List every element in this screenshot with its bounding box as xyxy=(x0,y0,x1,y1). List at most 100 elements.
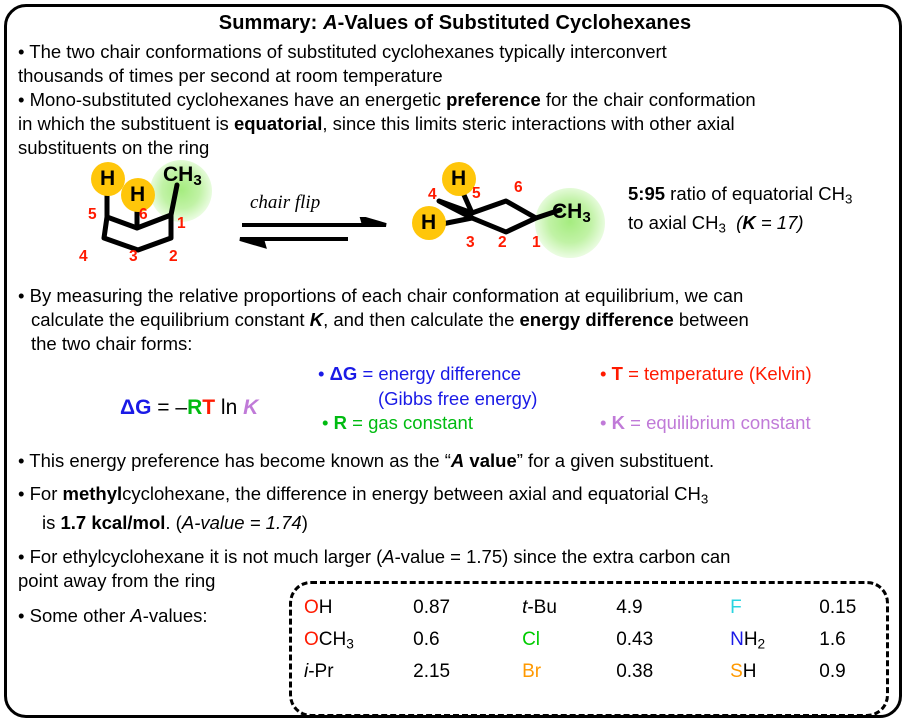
avn-seg1: • This energy preference has become know… xyxy=(18,450,451,471)
bullet-interconvert-line1: • The two chair conformations of substit… xyxy=(18,41,667,62)
ratio-k-rest: = 17) xyxy=(755,212,804,234)
ring-number-6-right: 6 xyxy=(514,179,523,196)
substituent-rest: H xyxy=(743,629,758,650)
a-value-cell: 0.9 xyxy=(819,661,846,683)
measuring-seg-b: , and then calculate the xyxy=(323,309,520,330)
measuring-line1: • By measuring the relative proportions … xyxy=(18,285,744,306)
axial-h-label-1: H xyxy=(100,167,116,190)
substituent-cell: Br xyxy=(522,656,616,688)
table-row: OCH3 0.6 Cl 0.43 NH2 1.6 xyxy=(304,624,879,656)
measuring-line2: calculate the equilibrium constant K, an… xyxy=(18,308,896,331)
substituent-cell: SH xyxy=(730,656,819,688)
title-prefix: Summary: xyxy=(218,12,324,34)
gibbs-equation: ΔG = –RT ln K xyxy=(120,396,258,420)
ring-number-2-right: 2 xyxy=(498,234,507,251)
chair-flip-label: chair flip xyxy=(250,192,321,213)
chair-structure-axial: H H CH3 5 6 1 4 3 2 xyxy=(55,160,240,280)
legend-delta-g: • ΔG = energy difference (Gibbs free ene… xyxy=(318,361,537,411)
pref-seg4: , since this limits steric interactions … xyxy=(322,113,735,134)
substituent-element: Cl xyxy=(522,629,541,651)
legend-t: • T = temperature (Kelvin) xyxy=(600,361,812,386)
bullet-preference-line1: • Mono-substituted cyclohexanes have an … xyxy=(18,88,896,111)
legend-r-symbol: R xyxy=(333,412,347,433)
title-rest: -Values of Substituted Cyclohexanes xyxy=(337,12,692,34)
bullet-ethyl-line1: • For ethylcyclohexane it is not much la… xyxy=(18,545,896,568)
measuring-k: K xyxy=(309,309,324,330)
substituent-cell: F xyxy=(730,592,819,624)
ring-number-5-right: 5 xyxy=(472,185,481,202)
methyl-sub: 3 xyxy=(700,491,709,507)
pref-seg3: in which the substituent is xyxy=(18,113,234,134)
eqn-r: R xyxy=(187,396,203,419)
legend-k: • K = equilibrium constant xyxy=(600,410,811,435)
substituent-cell: NH2 xyxy=(730,624,819,656)
ring-number-4-right: 4 xyxy=(428,186,437,203)
methyl-label-right: CH3 xyxy=(552,200,591,226)
title-italic-a: A xyxy=(323,12,338,34)
other-italic-a: A xyxy=(130,605,143,627)
ratio-sub1: 3 xyxy=(844,191,853,207)
structures-row: H H CH3 5 6 1 4 3 2 chair flip H H CH3 4… xyxy=(0,160,910,285)
ring-number-5-left: 5 xyxy=(88,206,97,223)
legend-t-bullet: • xyxy=(600,363,612,384)
eqn-ln: ln xyxy=(215,396,244,419)
a-value-cell: 1.6 xyxy=(819,629,846,651)
ratio-line1: 5:95 ratio of equatorial CH3 xyxy=(628,182,852,211)
methyl-l2a: is xyxy=(42,512,61,534)
ratio-k-symbol: K xyxy=(742,212,756,234)
methyl-text-left: CH xyxy=(163,163,194,186)
ethyl-seg2: -value = 1.75) since the extra carbon ca… xyxy=(394,546,731,568)
legend-dg-def2: (Gibbs free energy) xyxy=(378,388,538,409)
pref-bold-preference: preference xyxy=(446,89,541,110)
substituent-cell: i-Pr xyxy=(304,656,413,688)
a-value-cell: 0.87 xyxy=(413,597,451,618)
substituent-element: S xyxy=(730,661,743,683)
eqn-delta-g: ΔG xyxy=(120,396,152,419)
ring-number-1-left: 1 xyxy=(177,215,186,232)
eqn-minus: – xyxy=(175,396,188,419)
legend-t-symbol: T xyxy=(611,363,623,384)
legend-t-def: = temperature (Kelvin) xyxy=(622,363,812,384)
avn-bold-value: value xyxy=(464,450,517,471)
substituent-element: O xyxy=(304,629,319,650)
a-value-cell: 0.43 xyxy=(616,629,654,651)
a-value-cell: 4.9 xyxy=(616,597,643,618)
ring-number-3-right: 3 xyxy=(466,234,475,251)
ring-number-1-right: 1 xyxy=(532,234,541,251)
methyl-seg2: cyclohexane, the difference in energy be… xyxy=(122,483,701,504)
ratio-bold: 5:95 xyxy=(628,183,666,204)
substituent-subscript: 3 xyxy=(346,636,354,652)
axial-h-label-2: H xyxy=(130,183,146,206)
ratio-text1: ratio of equatorial CH xyxy=(665,183,845,204)
legend-r: • R = gas constant xyxy=(322,410,473,435)
measuring-seg-c: between xyxy=(673,309,749,330)
substituent-cell: OCH3 xyxy=(304,624,413,656)
substituent-rest: -Pr xyxy=(308,661,334,683)
chair-structure-equatorial: H H CH3 4 5 6 3 2 1 xyxy=(410,160,620,280)
a-values-table: OH 0.87 t-Bu 4.9 F 0.15 OCH3 0.6 Cl 0.43 NH2 1.6 i-P… xyxy=(304,592,879,688)
axial-h-label-right-2: H xyxy=(421,211,437,234)
equilibrium-arrow xyxy=(239,217,387,249)
substituent-element: N xyxy=(730,629,744,650)
ethyl-seg1: • For ethylcyclohexane it is not much la… xyxy=(18,546,383,568)
substituent-rest: CH xyxy=(318,629,347,650)
measuring-bold-energy-difference: energy difference xyxy=(519,309,674,330)
ratio-text2: to axial CH xyxy=(628,212,719,234)
ratio-line2: to axial CH3 (K = 17) xyxy=(628,211,852,240)
methyl-l2c: ) xyxy=(301,512,308,534)
other-seg1: • Some other xyxy=(18,605,131,627)
intro-bullets: • The two chair conformations of substit… xyxy=(18,40,896,160)
methyl-l2-italic: A-value = 1.74 xyxy=(181,512,302,534)
bullet-a-value-named: • This energy preference has become know… xyxy=(18,449,896,472)
avn-bold-a: A xyxy=(450,450,465,471)
legend-k-symbol: K xyxy=(611,412,625,433)
measuring-line3: the two chair forms: xyxy=(31,333,193,354)
eqn-t: T xyxy=(202,396,216,419)
bullet-interconvert-line2: thousands of times per second at room te… xyxy=(18,65,443,86)
ring-number-3-left: 3 xyxy=(129,248,138,265)
bullet-methyl-line2: is 1.7 kcal/mol. (A-value = 1.74) xyxy=(18,511,896,534)
substituent-rest: H xyxy=(742,661,757,683)
bullet-preference-line3: substituents on the ring xyxy=(18,137,210,158)
ratio-text: 5:95 ratio of equatorial CH3 to axial CH… xyxy=(628,182,852,241)
methyl-l2b: . ( xyxy=(165,512,182,534)
